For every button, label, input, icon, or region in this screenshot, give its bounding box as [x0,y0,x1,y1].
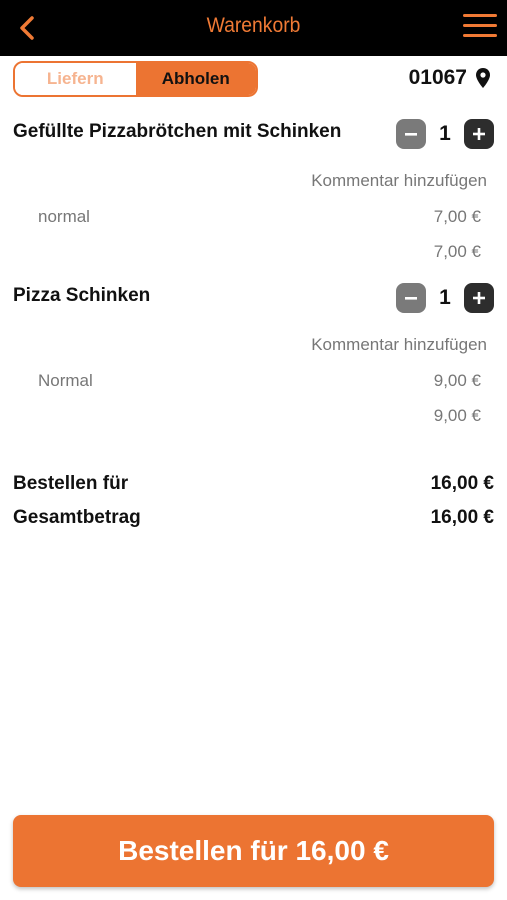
item-variant: normal [38,207,90,226]
postal-code: 01067 [408,66,467,89]
cart-item-name: Pizza Schinken [13,285,151,306]
decrease-quantity-button[interactable] [396,283,426,313]
total-label: Gesamtbetrag [13,507,141,528]
plus-icon [473,292,485,304]
item-variant: Normal [38,371,93,390]
pickup-option[interactable]: Abholen [135,63,256,95]
minus-icon [405,297,417,300]
plus-icon [473,128,485,140]
order-for-label: Bestellen für [13,473,129,494]
order-for-value: 16,00 € [430,473,494,494]
minus-icon [405,133,417,136]
deliver-option[interactable]: Liefern [15,63,136,95]
location-selector[interactable]: 01067 [409,66,491,90]
decrease-quantity-button[interactable] [396,119,426,149]
variant-price: 7,00 € [433,207,481,226]
top-bar: Warenkorb [0,0,507,56]
page-title: Warenkorb [206,14,301,37]
quantity-stepper: 1 [396,283,494,313]
item-total-price: 9,00 € [433,406,481,425]
add-comment-link[interactable]: Kommentar hinzufügen [311,171,487,191]
menu-button[interactable] [463,14,497,40]
variant-price: 9,00 € [433,371,481,390]
hamburger-menu-icon [463,14,497,37]
cart-item-name: Gefüllte Pizzabrötchen mit Schinken [13,121,342,142]
delivery-mode-toggle: Liefern Abholen [13,61,258,97]
quantity-stepper: 1 [396,119,494,149]
quantity-value: 1 [439,286,451,309]
item-total-price: 7,00 € [433,242,481,261]
quantity-value: 1 [439,122,451,145]
total-value: 16,00 € [430,507,494,528]
add-comment-link[interactable]: Kommentar hinzufügen [311,335,487,355]
increase-quantity-button[interactable] [464,283,494,313]
increase-quantity-button[interactable] [464,119,494,149]
place-order-button[interactable]: Bestellen für 16,00 € [13,815,494,887]
location-pin-icon [476,68,490,88]
